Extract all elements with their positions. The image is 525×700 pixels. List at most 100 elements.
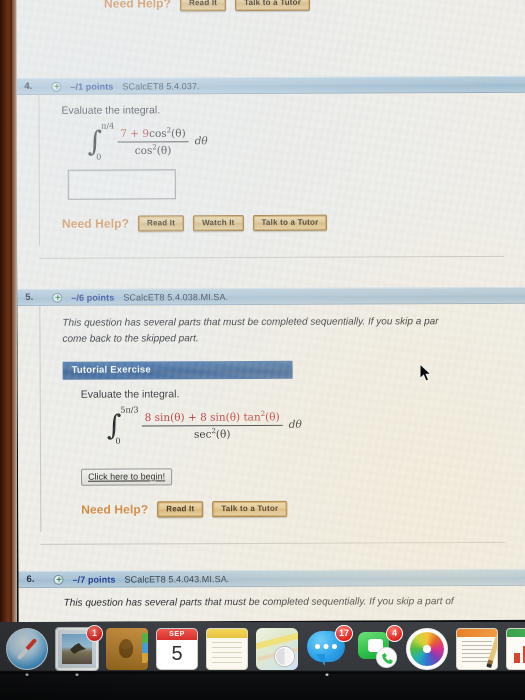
question-4-number: 4.	[24, 80, 33, 92]
numbers-header-strip	[507, 629, 525, 637]
fraction-4-numerator: 7 + 9cos2(θ)	[117, 126, 189, 143]
messages-ellipsis	[315, 644, 337, 649]
integral-lower-limit-4: 0	[96, 152, 102, 162]
read-it-button-5[interactable]: Read It	[157, 501, 204, 518]
tutorial-exercise-header: Tutorial Exercise	[62, 360, 293, 380]
fraction-4: 7 + 9cos2(θ) cos2(θ)	[117, 126, 189, 156]
dock-item-facetime[interactable]: 4	[356, 625, 403, 670]
watch-it-button-4[interactable]: Watch It	[193, 215, 244, 232]
question-4-code: SCalcET8 5.4.037.	[122, 80, 200, 92]
calendar-icon[interactable]: SEP 5	[156, 628, 198, 670]
question-6-header[interactable]: 6. –/7 points SCalcET8 5.4.043.MI.SA.	[18, 568, 525, 588]
dock-shelf-shadow	[0, 672, 525, 674]
notes-ruled-lines	[212, 642, 242, 666]
webassign-page: Need Help? Read It Talk to a Tutor 4. –/…	[16, 0, 525, 622]
dock-item-notes[interactable]	[206, 628, 248, 670]
integral-sign-4: ∫ π/4 0	[87, 121, 115, 162]
integral-sign-5: ∫ 5π/3 0	[106, 405, 139, 446]
dock-icon-strip: 1 SEP 5 17 4	[0, 622, 525, 676]
expand-plus-icon[interactable]	[53, 574, 64, 585]
talk-to-a-tutor-button-4[interactable]: Talk to a Tutor	[252, 214, 328, 231]
calendar-day-number: 5	[171, 643, 183, 665]
question-4-prompt: Evaluate the integral.	[61, 104, 161, 117]
integral-upper-limit-5: 5π/3	[120, 405, 139, 415]
notes-header-strip	[207, 629, 247, 638]
question-5-header[interactable]: 5. –/6 points SCalcET8 5.4.038.MI.SA.	[17, 286, 525, 306]
facetime-phone-shape	[376, 647, 397, 668]
question-5-notice-line-2: come back to the skipped part.	[62, 333, 199, 345]
question-4-points: –/1 points	[70, 81, 114, 92]
answer-input-4[interactable]	[67, 169, 176, 200]
integral-lower-limit-5: 0	[115, 436, 121, 446]
numerator-argument: (θ)	[265, 411, 280, 424]
click-here-to-begin-button[interactable]: Click here to begin!	[81, 468, 173, 486]
numbers-bar-chart	[514, 641, 525, 663]
messages-badge-count: 17	[334, 625, 353, 642]
photos-icon[interactable]	[406, 628, 448, 670]
dock-item-mail[interactable]: 1	[56, 625, 103, 676]
dock-item-safari[interactable]	[6, 628, 48, 676]
notes-icon[interactable]	[206, 628, 248, 670]
need-help-label-top: Need Help?	[103, 0, 172, 11]
question-5-code: SCalcET8 5.4.038.MI.SA.	[123, 291, 229, 303]
numerator-expression: 8 sin(θ) + 8 sin(θ) tan	[144, 411, 261, 424]
dock-item-messages[interactable]: 17	[306, 625, 353, 676]
fraction-4-denominator: cos2(θ)	[132, 142, 175, 157]
dock-item-numbers[interactable]	[506, 628, 525, 670]
question-block-4: 4. –/1 points SCalcET8 5.4.037. Evaluate…	[16, 75, 525, 259]
need-help-label-5: Need Help?	[81, 502, 149, 517]
question-block-5: 5. –/6 points SCalcET8 5.4.038.MI.SA. Th…	[17, 286, 525, 545]
question-6-body: This question has several parts that mus…	[41, 586, 525, 622]
numerator-coefficients: 7 + 9	[120, 127, 150, 141]
denominator-function: sec	[193, 428, 212, 441]
question-4-need-help-row: Need Help? Read It Watch It Talk to a Tu…	[62, 214, 525, 232]
question-5-integral: ∫ 5π/3 0 8 sin(θ) + 8 sin(θ) tan2(θ) sec…	[106, 405, 302, 446]
numerator-argument: (θ)	[171, 127, 186, 140]
macos-dock: 1 SEP 5 17 4	[0, 622, 525, 700]
question-6-code: SCalcET8 5.4.043.MI.SA.	[124, 573, 230, 585]
maps-icon[interactable]	[256, 628, 298, 670]
numerator-function: cos	[149, 127, 167, 140]
question-6-number: 6.	[26, 573, 35, 585]
dock-item-maps[interactable]	[256, 628, 298, 670]
fraction-5-numerator: 8 sin(θ) + 8 sin(θ) tan2(θ)	[141, 409, 283, 426]
mail-badge-count: 1	[86, 625, 103, 642]
dock-item-pages[interactable]	[456, 628, 498, 670]
talk-to-a-tutor-button-top[interactable]: Talk to a Tutor	[235, 0, 311, 12]
dock-item-calendar[interactable]: SEP 5	[156, 628, 198, 670]
read-it-button-4[interactable]: Read It	[137, 215, 185, 232]
fraction-5-denominator: sec2(θ)	[191, 426, 234, 441]
question-6-notice-line-1: This question has several parts that mus…	[63, 596, 454, 609]
dock-item-photos[interactable]	[406, 628, 448, 670]
safari-icon[interactable]	[6, 628, 48, 670]
expand-plus-icon[interactable]	[52, 292, 63, 303]
dock-item-contacts[interactable]	[106, 628, 148, 670]
pages-header-strip	[457, 629, 497, 637]
differential-4: dθ	[194, 135, 208, 148]
read-it-button-top[interactable]: Read It	[179, 0, 227, 12]
numbers-icon[interactable]	[506, 628, 525, 670]
question-4-integral: ∫ π/4 0 7 + 9cos2(θ) cos2(θ) dθ	[87, 121, 208, 162]
question-5-number: 5.	[25, 291, 34, 303]
question-block-6: 6. –/7 points SCalcET8 5.4.043.MI.SA. Th…	[18, 568, 525, 622]
tutorial-exercise-body: Evaluate the integral. ∫ 5π/3 0 8 sin(θ)…	[63, 378, 525, 518]
fraction-5: 8 sin(θ) + 8 sin(θ) tan2(θ) sec2(θ)	[141, 409, 283, 441]
denominator-function: cos	[134, 144, 153, 157]
denominator-argument: (θ)	[156, 144, 172, 157]
denominator-argument: (θ)	[215, 428, 231, 441]
question-6-points: –/7 points	[72, 574, 116, 585]
calendar-month-label: SEP	[157, 629, 197, 640]
screen-bezel-left-highlight	[12, 0, 17, 700]
integral-upper-limit-4: π/4	[101, 121, 115, 131]
question-4-body: Evaluate the integral. ∫ π/4 0 7 + 9cos2…	[38, 92, 525, 246]
question-5-points: –/6 points	[71, 292, 115, 303]
expand-plus-icon[interactable]	[51, 81, 62, 92]
pages-icon[interactable]	[456, 628, 498, 670]
question-5-prompt: Evaluate the integral.	[80, 388, 180, 401]
page-scroll-area[interactable]: Need Help? Read It Talk to a Tutor 4. –/…	[16, 0, 525, 622]
contacts-icon[interactable]	[106, 628, 148, 670]
question-5-need-help-row: Need Help? Read It Talk to a Tutor	[81, 500, 525, 518]
need-help-label-4: Need Help?	[61, 216, 130, 231]
photographed-screen: Need Help? Read It Talk to a Tutor 4. –/…	[0, 0, 525, 700]
talk-to-a-tutor-button-5[interactable]: Talk to a Tutor	[212, 500, 288, 518]
